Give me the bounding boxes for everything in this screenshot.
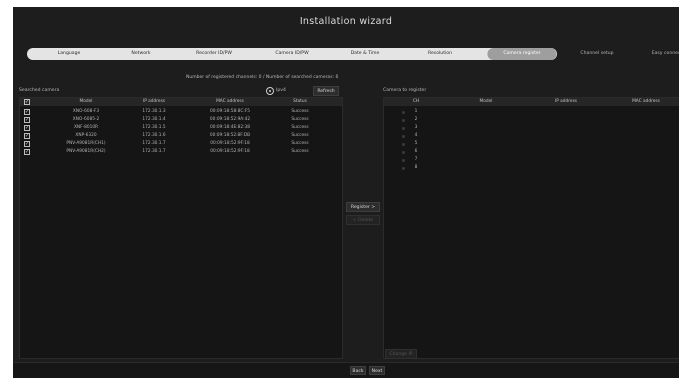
table-row[interactable]: ✓ XNP-6320 172.30.1.6 00:09:18:52:8F:DB Succ…: [20, 132, 342, 140]
table-row[interactable]: 7: [384, 156, 679, 164]
col-model: Model: [479, 99, 493, 104]
searched-camera-title: Searched camera: [19, 88, 60, 93]
table-row[interactable]: 6: [384, 148, 679, 156]
cell-mac-address: 00:09:18:52:9F:18: [210, 141, 250, 146]
cell-ch: 6: [414, 149, 418, 154]
step-camera-idpw[interactable]: Camera ID/PW: [275, 48, 308, 60]
cell-ch: 4: [414, 133, 418, 138]
cell-mac-address: 00:09:18:52:8F:DB: [209, 133, 251, 138]
installation-wizard-window: Installation wizard Language Network Rec…: [13, 7, 679, 378]
ipv4-label: Ipv4: [276, 88, 286, 93]
cell-model: XNO-6085-2: [72, 117, 100, 122]
next-button[interactable]: Next: [369, 366, 385, 375]
cell-ch: 1: [414, 109, 418, 114]
table-row[interactable]: ✓ XNO-6085-2 172.30.1.4 00:09:18:52:9A:42 Su…: [20, 116, 342, 124]
camera-counts: Number of registered channels: 0 / Numbe…: [186, 75, 339, 80]
cell-ch: 3: [414, 125, 418, 130]
bottom-bar: Back Next: [13, 362, 679, 378]
camera-to-register-title: Camera to register: [383, 88, 427, 93]
table-row[interactable]: 8: [384, 164, 679, 172]
col-mac-address: MAC address: [632, 99, 660, 104]
table-row[interactable]: ✓ PNV-A9081R(CH1) 172.30.1.7 00:09:18:52:9F…: [20, 140, 342, 148]
register-table-header: CH Model IP address MAC address: [384, 98, 679, 106]
cell-ch: 2: [414, 117, 418, 122]
row-checkbox[interactable]: ✓: [24, 117, 30, 123]
cell-model: PNV-A9081R(CH1): [66, 141, 106, 146]
row-checkbox[interactable]: ✓: [24, 133, 30, 139]
cell-ch: 5: [414, 141, 418, 146]
wizard-steps: Language Network Recorder ID/PW Camera I…: [27, 48, 679, 60]
window-title: Installation wizard: [299, 16, 393, 27]
cell-mac-address: 00:09:18:52:9A:42: [209, 117, 251, 122]
col-mac-address: MAC address: [216, 99, 244, 104]
step-network[interactable]: Network: [131, 48, 150, 60]
table-row[interactable]: ✓ PNV-A9081R(CH2) 172.30.1.7 00:09:18:52:9F…: [20, 148, 342, 156]
step-channel-setup[interactable]: Channel setup: [580, 48, 613, 60]
row-checkbox[interactable]: ✓: [24, 125, 30, 131]
cell-status: Success: [291, 149, 309, 154]
cell-model: XNF-8010R: [73, 125, 99, 130]
cell-ch: 7: [414, 157, 418, 162]
col-ip-address: IP address: [142, 99, 166, 104]
step-camera-register[interactable]: Camera register: [487, 48, 557, 60]
col-ip-address: IP address: [554, 99, 578, 104]
step-easy-connect[interactable]: Easy connect: [652, 48, 679, 60]
ipv4-radio[interactable]: [266, 87, 274, 95]
cell-model: XNO-608-F3: [72, 109, 100, 114]
table-row[interactable]: ✓ XNF-8010R 172.30.1.5 00:09:18:4E:82:38 Suc…: [20, 124, 342, 132]
cell-ip-address: 172.30.1.4: [142, 117, 166, 122]
col-ch: CH: [412, 99, 420, 104]
cell-ip-address: 172.30.1.5: [142, 125, 166, 130]
table-row[interactable]: 3: [384, 124, 679, 132]
row-checkbox[interactable]: ✓: [24, 141, 30, 147]
change-ip-button[interactable]: Change IP: [385, 349, 417, 359]
cell-status: Success: [291, 133, 309, 138]
cell-mac-address: 00:09:18:58:8C:F5: [209, 109, 251, 114]
cell-ip-address: 172.30.1.3: [142, 109, 166, 114]
table-row[interactable]: 2: [384, 116, 679, 124]
select-all-checkbox[interactable]: ✓: [24, 99, 30, 105]
cell-ip-address: 172.30.1.7: [142, 141, 166, 146]
table-row[interactable]: 1: [384, 108, 679, 116]
cell-mac-address: 00:09:18:52:9F:18: [210, 149, 250, 154]
table-row[interactable]: 5: [384, 140, 679, 148]
cell-mac-address: 00:09:18:4E:82:38: [209, 125, 251, 130]
step-language[interactable]: Language: [58, 48, 81, 60]
table-row[interactable]: ✓ XNO-608-F3 172.30.1.3 00:09:18:58:8C:F5 Su…: [20, 108, 342, 116]
cell-status: Success: [291, 125, 309, 130]
cell-status: Success: [291, 141, 309, 146]
searched-camera-table: ✓ Model IP address MAC address Status ✓ X…: [19, 97, 343, 359]
row-checkbox[interactable]: ✓: [24, 149, 30, 155]
searched-table-header: ✓ Model IP address MAC address Status: [20, 98, 342, 106]
table-row[interactable]: 4: [384, 132, 679, 140]
cell-ch: 8: [414, 165, 418, 170]
cell-status: Success: [291, 117, 309, 122]
cell-model: XNP-6320: [75, 133, 97, 138]
delete-button[interactable]: < Delete: [346, 215, 380, 225]
step-resolution[interactable]: Resolution: [428, 48, 452, 60]
refresh-button[interactable]: Refresh: [313, 86, 339, 96]
step-date-time[interactable]: Date & Time: [351, 48, 380, 60]
step-recorder-idpw[interactable]: Recorder ID/PW: [196, 48, 232, 60]
col-model: Model: [79, 99, 93, 104]
cell-status: Success: [291, 109, 309, 114]
register-button[interactable]: Register >: [346, 202, 380, 212]
camera-to-register-table: CH Model IP address MAC address 1 2 3 4 5 6 7 8: [383, 97, 679, 359]
col-status: Status: [293, 99, 307, 104]
cell-model: PNV-A9081R(CH2): [66, 149, 106, 154]
back-button[interactable]: Back: [350, 366, 366, 375]
row-checkbox[interactable]: ✓: [24, 109, 30, 115]
cell-ip-address: 172.30.1.7: [142, 149, 166, 154]
cell-ip-address: 172.30.1.6: [142, 133, 166, 138]
